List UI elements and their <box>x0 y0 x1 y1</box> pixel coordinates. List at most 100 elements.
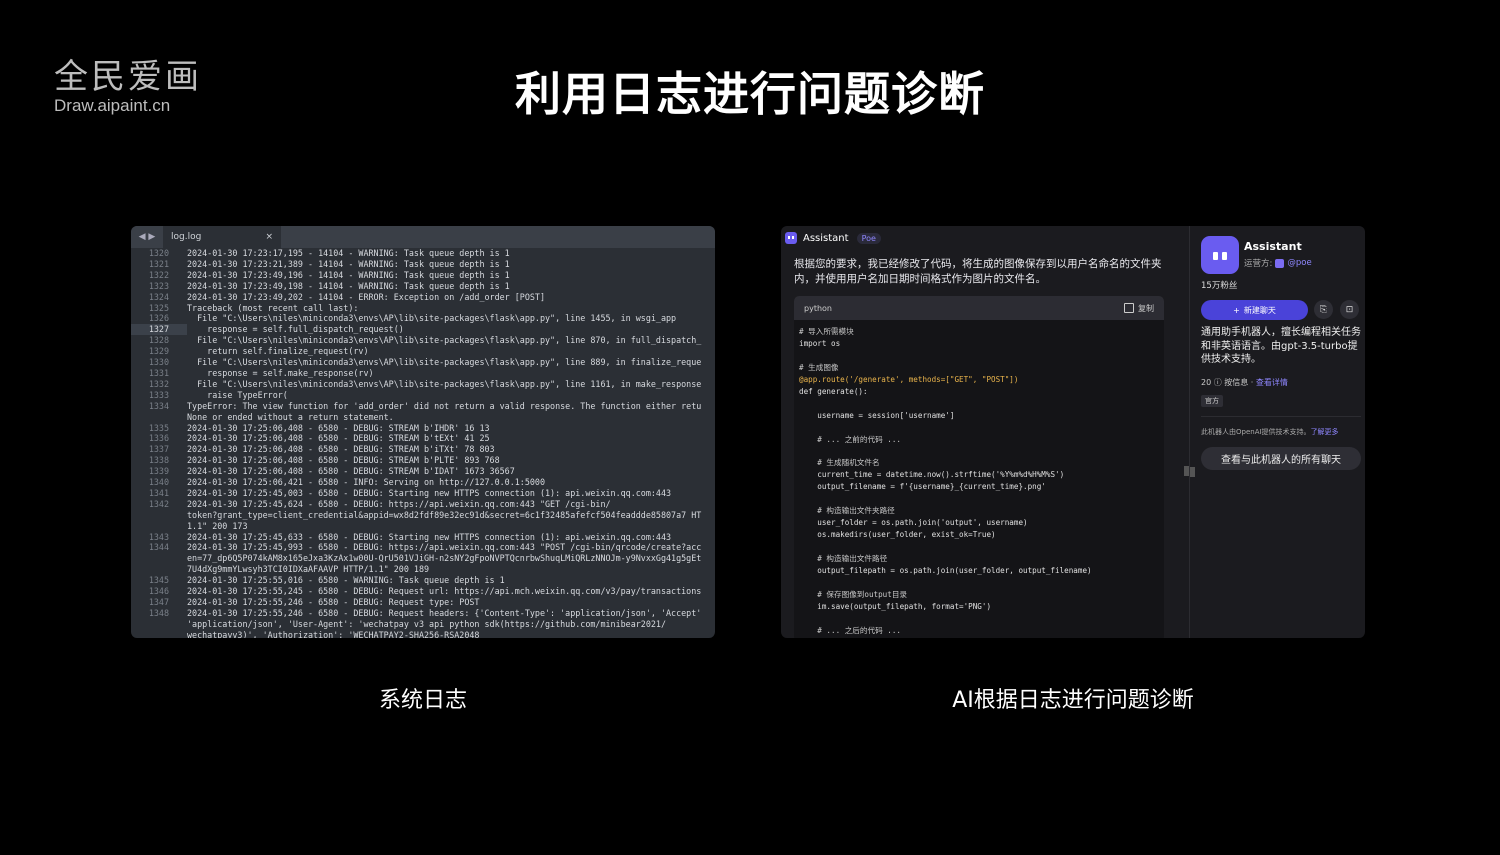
learn-more-link[interactable]: 了解更多 <box>1311 428 1339 436</box>
log-line: 1325 Traceback (most recent call last): <box>131 303 715 314</box>
code-line: def generate(): <box>799 386 868 396</box>
log-line: 1344 2024-01-30 17:25:45,993 - 6580 - DEB… <box>131 542 715 553</box>
copy-icon <box>1124 303 1134 313</box>
log-content[interactable]: 1320 2024-01-30 17:23:17,195 - 14104 - WA… <box>131 248 715 638</box>
log-line: 1326 File "C:\Users\niles\miniconda3\env… <box>131 313 715 324</box>
bot-meta: 20 ⓘ 按信息 · 查看详情 <box>1201 377 1288 388</box>
line-text: response = self.make_response(rv) <box>187 367 374 378</box>
log-line: 1329 return self.finalize_request(rv) <box>131 346 715 357</box>
line-number: 1330 <box>148 357 169 368</box>
page-title: 利用日志进行问题诊断 <box>515 67 985 121</box>
line-number: 1329 <box>148 346 169 357</box>
line-number: 1338 <box>148 455 169 466</box>
line-text: 2024-01-30 17:23:49,196 - 14104 - WARNIN… <box>187 269 510 280</box>
code-block-header: python 复制 <box>794 296 1164 320</box>
log-line: 1334 TypeError: The view function for 'ad… <box>131 401 715 412</box>
line-number: 1328 <box>148 335 169 346</box>
line-number: 1321 <box>148 258 169 269</box>
bot-eye-left <box>1213 252 1218 260</box>
line-text: 2024-01-30 17:25:45,633 - 6580 - DEBUG: … <box>187 531 672 542</box>
code-line: # 生成图像 <box>799 362 839 372</box>
log-line: 1321 2024-01-30 17:23:21,389 - 14104 - WA… <box>131 259 715 270</box>
log-line: 1340 2024-01-30 17:25:06,421 - 6580 - INF… <box>131 477 715 488</box>
operator-line: 运营方: @poe <box>1244 257 1312 269</box>
view-all-chats-button[interactable]: 查看与此机器人的所有聊天 <box>1201 447 1361 470</box>
bot-avatar <box>1201 236 1239 274</box>
line-number: 1340 <box>148 477 169 488</box>
share-button[interactable]: ⎘ <box>1314 300 1333 319</box>
line-text: 2024-01-30 17:25:06,408 - 6580 - DEBUG: … <box>187 466 515 477</box>
operator-link[interactable]: @poe <box>1287 258 1311 268</box>
line-text: File "C:\Users\niles\miniconda3\envs\AP\… <box>187 313 677 324</box>
line-text: 2024-01-30 17:25:55,245 - 6580 - DEBUG: … <box>187 586 702 597</box>
line-text: 2024-01-30 17:23:49,202 - 14104 - ERROR:… <box>187 291 545 302</box>
bot-icon <box>785 232 797 244</box>
code-line: # 生成随机文件名 <box>799 458 880 468</box>
code-line: # 导入所需模块 <box>799 327 854 336</box>
line-number <box>131 553 187 564</box>
side-scrollbar[interactable] <box>1190 467 1195 477</box>
tab-nav-arrows[interactable]: ◀ ▶ <box>131 232 163 242</box>
tab-log-file[interactable]: log.log × <box>163 226 281 248</box>
new-chat-button[interactable]: + 新建聊天 <box>1201 300 1308 320</box>
log-line: 1.1" 200 173 <box>131 521 715 532</box>
line-number: 1320 <box>148 248 169 258</box>
line-text: 2024-01-30 17:25:06,408 - 6580 - DEBUG: … <box>187 444 495 455</box>
log-line: 1328 File "C:\Users\niles\miniconda3\env… <box>131 335 715 346</box>
bot-description: 通用助手机器人，擅长编程相关任务和非英语语言。由gpt-3.5-turbo提供技… <box>1201 327 1361 365</box>
log-line: 1320 2024-01-30 17:23:17,195 - 14104 - WA… <box>131 248 715 259</box>
line-number: 1336 <box>148 433 169 444</box>
log-line: None or ended without a return statement… <box>131 412 715 423</box>
line-text: 2024-01-30 17:23:17,195 - 14104 - WARNIN… <box>187 248 510 258</box>
log-editor: ◀ ▶ log.log × 1320 2024-01-30 17:23:17,19… <box>131 226 715 638</box>
fans-count: 15万粉丝 <box>1201 281 1238 291</box>
bot-note: 此机器人由OpenAI提供技术支持。了解更多 <box>1201 427 1339 437</box>
log-line: 1322 2024-01-30 17:23:49,196 - 14104 - WA… <box>131 270 715 281</box>
line-number: 1345 <box>148 575 169 586</box>
lock-button[interactable]: ⊡ <box>1340 300 1359 319</box>
log-line: 1337 2024-01-30 17:25:06,408 - 6580 - DEB… <box>131 444 715 455</box>
line-text: 'application/json', 'User-Agent': 'wecha… <box>187 618 667 629</box>
code-line: username = session['username'] <box>799 410 955 420</box>
tab-label: log.log <box>171 232 202 242</box>
line-text: 2024-01-30 17:25:45,624 - 6580 - DEBUG: … <box>187 498 611 509</box>
official-badge: 官方 <box>1201 395 1223 407</box>
line-number: 1322 <box>148 269 169 280</box>
log-line: 1333 raise TypeError( <box>131 390 715 401</box>
log-line: 1336 2024-01-30 17:25:06,408 - 6580 - DEB… <box>131 433 715 444</box>
log-line: 1331 response = self.make_response(rv) <box>131 368 715 379</box>
line-number <box>131 564 187 575</box>
side-divider <box>1201 416 1361 417</box>
code-content[interactable]: # 导入所需模块 import os # 生成图像 @app.route('/gene… <box>794 320 1164 638</box>
line-number: 1346 <box>148 586 169 597</box>
code-line: current_time = datetime.now().strftime('… <box>799 470 1065 480</box>
poe-tag: Poe <box>856 232 881 244</box>
editor-tabbar: ◀ ▶ log.log × <box>131 226 715 248</box>
plus-icon: + <box>1233 305 1240 315</box>
meta-details-link[interactable]: 查看详情 <box>1256 378 1288 387</box>
code-line: output_filepath = os.path.join(user_fold… <box>799 565 1092 575</box>
side-bot-name: Assistant <box>1244 240 1302 253</box>
new-chat-label: 新建聊天 <box>1243 305 1276 315</box>
line-text: return self.finalize_request(rv) <box>187 346 369 357</box>
bot-eye-right <box>1222 252 1227 260</box>
log-line: 1327 response = self.full_dispatch_reque… <box>131 324 715 336</box>
code-line: # ... 之后的代码 ... <box>799 625 901 635</box>
line-number: 1333 <box>148 389 169 400</box>
code-line: output_filename = f'{username}_{current_… <box>799 482 1046 492</box>
line-text: wechatpayv3)', 'Authorization': 'WECHATP… <box>187 629 480 638</box>
line-text: 2024-01-30 17:25:45,003 - 6580 - DEBUG: … <box>187 487 672 498</box>
code-line: im.save(output_filepath, format='PNG') <box>799 601 992 611</box>
bot-name[interactable]: Assistant <box>803 233 849 244</box>
code-line: # 保存图像到output目录 <box>799 589 908 599</box>
copy-button[interactable]: 复制 <box>1124 303 1154 314</box>
line-text: File "C:\Users\niles\miniconda3\envs\AP\… <box>187 335 702 346</box>
close-icon[interactable]: × <box>265 232 273 242</box>
copy-label: 复制 <box>1138 303 1154 313</box>
line-text: response = self.full_dispatch_request() <box>187 324 404 335</box>
line-text: token?grant_type=client_credential&appid… <box>187 509 702 520</box>
line-number: 1342 <box>148 498 169 509</box>
